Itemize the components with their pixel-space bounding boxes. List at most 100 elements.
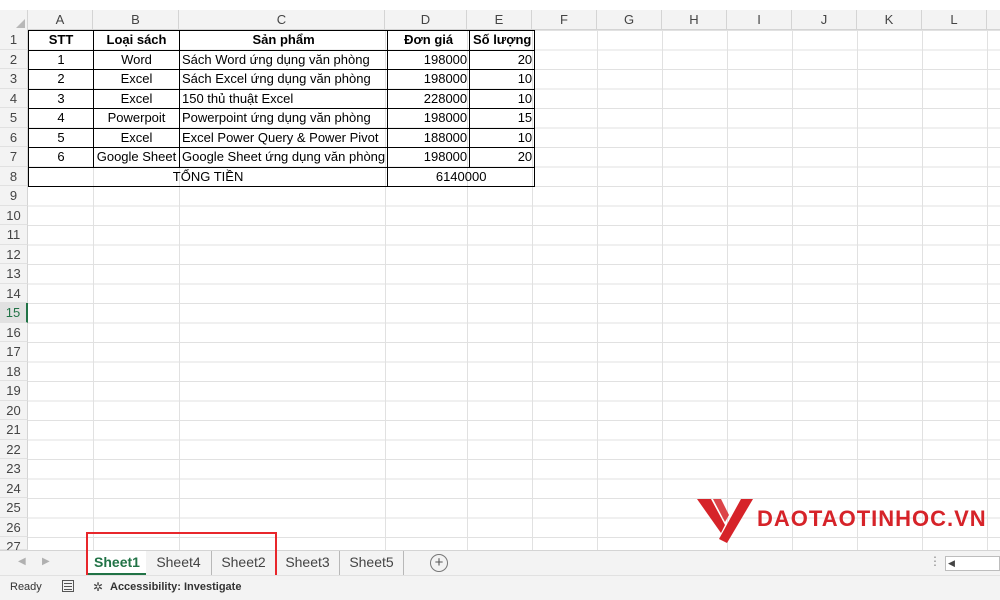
row-header[interactable]: 22 bbox=[0, 439, 28, 459]
scroll-tabs-right-icon[interactable]: ▶ bbox=[42, 556, 50, 567]
scroll-left-icon[interactable]: ◀ bbox=[948, 558, 955, 569]
cell[interactable]: 198000 bbox=[387, 108, 471, 129]
cell[interactable]: Powerpoit bbox=[93, 108, 180, 129]
row-header[interactable]: 12 bbox=[0, 244, 28, 264]
accessibility-icon[interactable]: ✲ bbox=[93, 580, 103, 594]
column-header-c[interactable]: C bbox=[179, 10, 385, 30]
logo-v-icon bbox=[697, 499, 753, 543]
cell[interactable]: 150 thủ thuật Excel bbox=[178, 88, 389, 109]
row-header[interactable]: 3 bbox=[0, 69, 28, 89]
row-header[interactable]: 26 bbox=[0, 517, 28, 537]
column-header-i[interactable]: I bbox=[727, 10, 792, 30]
total-value-cell[interactable]: 6140000 bbox=[387, 166, 536, 187]
row-header[interactable]: 27 bbox=[0, 537, 28, 554]
row-header[interactable]: 18 bbox=[0, 361, 28, 381]
column-header-f[interactable]: F bbox=[532, 10, 597, 30]
cell[interactable]: 228000 bbox=[387, 88, 471, 109]
row-header[interactable]: 14 bbox=[0, 283, 28, 303]
cell[interactable]: 188000 bbox=[387, 127, 471, 148]
row-header[interactable]: 9 bbox=[0, 186, 28, 206]
cell[interactable]: 10 bbox=[469, 88, 536, 109]
more-options-icon[interactable]: ⋮ bbox=[929, 554, 941, 568]
total-row: TỔNG TIỀN 6140000 bbox=[27, 166, 536, 187]
total-label-cell[interactable]: TỔNG TIỀN bbox=[27, 166, 389, 187]
table-row: 3 Excel 150 thủ thuật Excel 228000 10 bbox=[28, 88, 536, 109]
row-header[interactable]: 17 bbox=[0, 342, 28, 362]
row-header[interactable]: 19 bbox=[0, 381, 28, 401]
macro-recording-icon[interactable] bbox=[62, 580, 74, 592]
cell[interactable]: Excel Power Query & Power Pivot bbox=[178, 127, 389, 148]
cell[interactable]: 198000 bbox=[387, 69, 471, 90]
header-cell[interactable]: Số lượng bbox=[469, 30, 536, 51]
row-header[interactable]: 21 bbox=[0, 420, 28, 440]
sheet-tab-sheet4[interactable]: Sheet4 bbox=[146, 551, 212, 575]
column-header-h[interactable]: H bbox=[662, 10, 727, 30]
cell[interactable]: 10 bbox=[469, 127, 536, 148]
sheet-tab-sheet5[interactable]: Sheet5 bbox=[340, 551, 404, 575]
cell[interactable]: Google Sheet bbox=[93, 147, 180, 168]
column-header-k[interactable]: K bbox=[857, 10, 922, 30]
table-row: 5 Excel Excel Power Query & Power Pivot … bbox=[28, 127, 536, 148]
table-header-row: STT Loại sách Sản phẩm Đơn giá Số lượng bbox=[28, 30, 536, 51]
column-header-d[interactable]: D bbox=[385, 10, 467, 30]
row-header[interactable]: 23 bbox=[0, 459, 28, 479]
plus-circle-icon[interactable]: + bbox=[430, 554, 448, 572]
row-header-active[interactable]: 15 bbox=[0, 303, 28, 323]
row-header[interactable]: 5 bbox=[0, 108, 28, 128]
cell[interactable]: 4 bbox=[28, 108, 94, 129]
column-header-l[interactable]: L bbox=[922, 10, 987, 30]
cell[interactable]: Sách Excel ứng dụng văn phòng bbox=[178, 69, 389, 90]
cell[interactable]: Sách Word ứng dụng văn phòng bbox=[178, 49, 389, 70]
cell[interactable]: 1 bbox=[28, 49, 94, 70]
select-all-corner[interactable] bbox=[0, 10, 28, 30]
cell[interactable]: 15 bbox=[469, 108, 536, 129]
row-header[interactable]: 8 bbox=[0, 166, 28, 186]
cell[interactable]: 10 bbox=[469, 69, 536, 90]
cell[interactable]: Google Sheet ứng dụng văn phòng bbox=[178, 147, 389, 168]
row-header[interactable]: 11 bbox=[0, 225, 28, 245]
header-cell[interactable]: Đơn giá bbox=[387, 30, 471, 51]
column-header-e[interactable]: E bbox=[467, 10, 532, 30]
cell[interactable]: 198000 bbox=[387, 147, 471, 168]
cell[interactable]: Excel bbox=[93, 88, 180, 109]
horizontal-scrollbar[interactable]: ◀ bbox=[945, 556, 1000, 571]
column-header-a[interactable]: A bbox=[28, 10, 93, 30]
row-header[interactable]: 13 bbox=[0, 264, 28, 284]
row-header[interactable]: 1 bbox=[0, 30, 28, 50]
watermark-logo: DAOTAOTINHOC.VN bbox=[697, 494, 987, 544]
row-header[interactable]: 10 bbox=[0, 205, 28, 225]
row-header[interactable]: 4 bbox=[0, 88, 28, 108]
column-header-b[interactable]: B bbox=[93, 10, 179, 30]
row-header[interactable]: 6 bbox=[0, 127, 28, 147]
cell[interactable]: Powerpoint ứng dụng văn phòng bbox=[178, 108, 389, 129]
cell[interactable]: 6 bbox=[28, 147, 94, 168]
header-cell[interactable]: Loại sách bbox=[93, 30, 180, 51]
column-header-g[interactable]: G bbox=[597, 10, 662, 30]
cell[interactable]: Word bbox=[93, 49, 180, 70]
table-row: 2 Excel Sách Excel ứng dụng văn phòng 19… bbox=[28, 69, 536, 90]
cell[interactable]: 20 bbox=[469, 147, 536, 168]
status-bar: Ready ✲ Accessibility: Investigate bbox=[0, 575, 1000, 600]
cell[interactable]: 3 bbox=[28, 88, 94, 109]
accessibility-status[interactable]: Accessibility: Investigate bbox=[110, 581, 241, 593]
header-cell[interactable]: STT bbox=[28, 30, 94, 51]
column-header-j[interactable]: J bbox=[792, 10, 857, 30]
row-header[interactable]: 24 bbox=[0, 478, 28, 498]
cell[interactable]: 20 bbox=[469, 49, 536, 70]
sheet-tab-sheet3[interactable]: Sheet3 bbox=[276, 551, 340, 575]
table-row: 6 Google Sheet Google Sheet ứng dụng văn… bbox=[28, 147, 536, 168]
sheet-tab-sheet1[interactable]: Sheet1 bbox=[88, 551, 146, 575]
sheet-tab-sheet2[interactable]: Sheet2 bbox=[212, 551, 276, 575]
row-header[interactable]: 7 bbox=[0, 147, 28, 167]
cell[interactable]: 5 bbox=[28, 127, 94, 148]
cell[interactable]: 198000 bbox=[387, 49, 471, 70]
row-header[interactable]: 16 bbox=[0, 322, 28, 342]
scroll-tabs-left-icon[interactable]: ◀ bbox=[18, 556, 26, 567]
cell[interactable]: Excel bbox=[93, 127, 180, 148]
row-header[interactable]: 20 bbox=[0, 400, 28, 420]
cell[interactable]: Excel bbox=[93, 69, 180, 90]
header-cell[interactable]: Sản phẩm bbox=[178, 30, 389, 51]
row-header[interactable]: 2 bbox=[0, 49, 28, 69]
row-header[interactable]: 25 bbox=[0, 498, 28, 518]
cell[interactable]: 2 bbox=[28, 69, 94, 90]
